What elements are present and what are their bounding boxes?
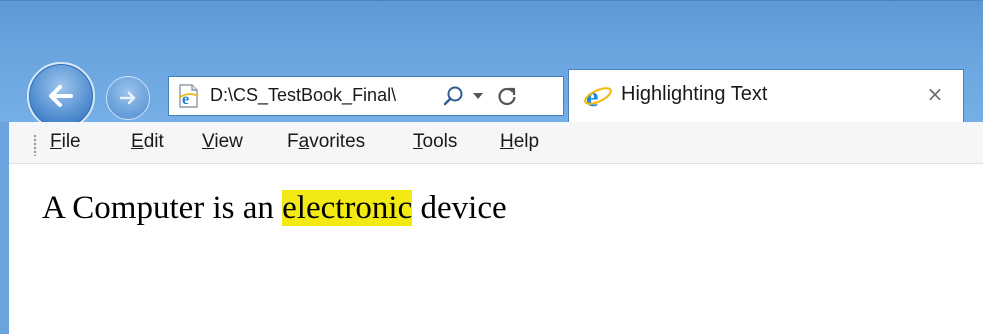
menu-tools-accel: T [413, 131, 423, 152]
back-icon [49, 85, 73, 107]
menu-favorites[interactable]: Favorites [287, 131, 365, 153]
menu-edit-rest: dit [143, 131, 164, 152]
dropdown-icon[interactable] [471, 89, 485, 103]
menu-view-rest: iew [214, 131, 243, 152]
text-after: device [412, 190, 507, 226]
menu-file[interactable]: File [50, 131, 81, 153]
menu-tools-rest: ools [422, 131, 458, 152]
menu-view[interactable]: View [202, 131, 243, 153]
page-icon: e [178, 84, 199, 108]
menu-favorites-rest: vorites [309, 131, 366, 152]
menu-file-accel: F [50, 131, 62, 152]
tab-highlighting-text[interactable]: e Highlighting Text × [568, 69, 964, 123]
title-chrome: e D:\CS_TestBook_Final\ e Highlighting T… [0, 0, 983, 130]
browser-window: e D:\CS_TestBook_Final\ e Highlighting T… [0, 0, 983, 334]
grip-icon [33, 134, 37, 156]
menu-favorites-accel: a [298, 131, 310, 152]
page-content: A Computer is an electronic device [9, 164, 983, 334]
refresh-icon[interactable] [495, 84, 519, 108]
menu-help-accel: H [500, 131, 514, 152]
forward-icon [119, 91, 136, 105]
menu-edit[interactable]: Edit [131, 131, 164, 153]
body-text: A Computer is an electronic device [42, 190, 507, 227]
ie-logo-icon: e [584, 82, 612, 111]
back-button[interactable] [27, 62, 95, 130]
menu-tools[interactable]: Tools [413, 131, 457, 153]
tab-title: Highlighting Text [621, 83, 768, 105]
menu-help-rest: elp [513, 131, 540, 152]
menu-view-accel: V [202, 131, 215, 152]
highlighted-word: electronic [282, 190, 413, 226]
text-before: A Computer is an [42, 190, 283, 226]
menu-edit-accel: E [131, 131, 144, 152]
menu-favorites-pre: F [287, 131, 299, 152]
menu-file-rest: ile [61, 131, 81, 152]
address-text[interactable]: D:\CS_TestBook_Final\ [210, 85, 434, 106]
forward-button[interactable] [106, 76, 150, 120]
window-frame-left [0, 122, 9, 334]
menu-help[interactable]: Help [500, 131, 539, 153]
address-bar[interactable]: e D:\CS_TestBook_Final\ [168, 76, 564, 116]
menu-bar: File Edit View Favorites Tools Help [9, 122, 983, 164]
search-icon[interactable] [441, 84, 465, 108]
close-icon[interactable]: × [923, 82, 947, 106]
